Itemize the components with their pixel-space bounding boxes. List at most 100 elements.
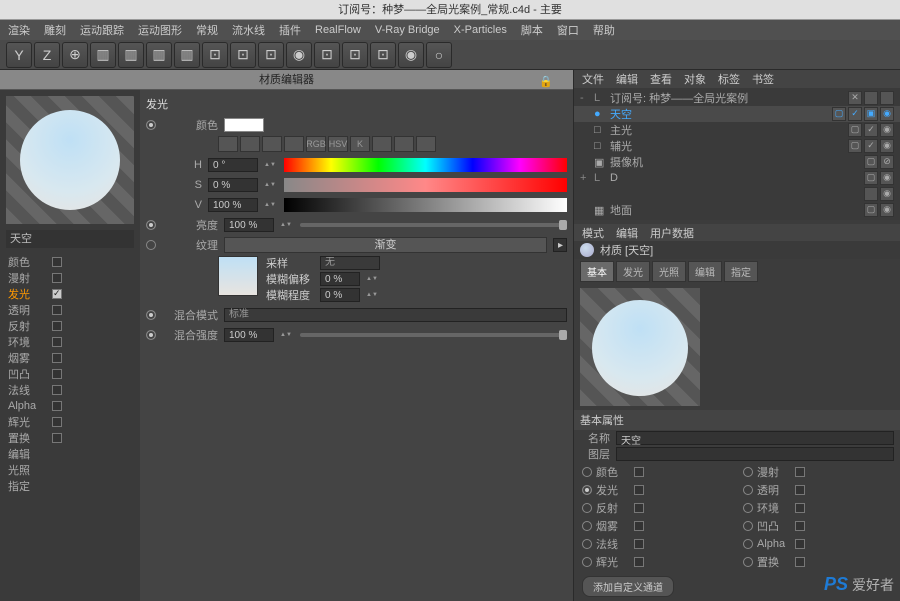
texture-radio[interactable]	[146, 240, 156, 250]
attr-menu-item[interactable]: 编辑	[616, 225, 638, 241]
color-mode-button[interactable]	[262, 136, 282, 152]
channel-toggle[interactable]: 烟雾	[582, 518, 731, 534]
brightness-slider[interactable]	[300, 223, 567, 227]
menu-item[interactable]: 雕刻	[44, 22, 66, 38]
color-swatch[interactable]	[224, 118, 264, 132]
toolbar-button[interactable]: ◉	[286, 42, 312, 68]
channel-checkbox[interactable]	[52, 353, 62, 363]
channel-row[interactable]: 凹凸	[0, 366, 140, 382]
toolbar-button[interactable]: ▥	[118, 42, 144, 68]
attr-menu-item[interactable]: 模式	[582, 225, 604, 241]
channel-toggle[interactable]: 置换	[743, 554, 892, 570]
object-tag[interactable]	[880, 91, 894, 105]
object-tag[interactable]: ⊘	[880, 155, 894, 169]
object-tag[interactable]: ◉	[880, 107, 894, 121]
name-input[interactable]: 天空	[616, 431, 894, 445]
channel-checkbox[interactable]	[52, 305, 62, 315]
color-mode-button[interactable]	[284, 136, 304, 152]
attribute-preview[interactable]	[580, 288, 700, 406]
om-menu-item[interactable]: 书签	[752, 71, 774, 87]
color-mode-button[interactable]	[372, 136, 392, 152]
object-tag[interactable]: ▣	[864, 107, 878, 121]
channel-checkbox[interactable]	[52, 289, 62, 299]
blendstr-radio[interactable]	[146, 330, 156, 340]
object-tag[interactable]: ▢	[848, 123, 862, 137]
object-row[interactable]: ●天空▢✓▣◉	[574, 106, 900, 122]
object-row[interactable]: ▦地面▢◉	[574, 202, 900, 218]
attr-menu-item[interactable]: 用户数据	[650, 225, 694, 241]
om-menu-item[interactable]: 对象	[684, 71, 706, 87]
lock-icon[interactable]: 🔒	[539, 72, 553, 92]
sat-input[interactable]: 0 %	[208, 178, 258, 192]
channel-toggle[interactable]: 颜色	[582, 464, 731, 480]
brightness-input[interactable]: 100 %	[224, 218, 274, 232]
val-bar[interactable]	[284, 198, 567, 212]
om-menu-item[interactable]: 标签	[718, 71, 740, 87]
object-tag[interactable]: ✓	[864, 123, 878, 137]
channel-checkbox[interactable]	[52, 385, 62, 395]
blendmode-radio[interactable]	[146, 310, 156, 320]
texture-menu[interactable]: ▸	[553, 238, 567, 252]
attr-tab[interactable]: 发光	[616, 261, 650, 282]
menu-item[interactable]: 运动跟踪	[80, 22, 124, 38]
object-row[interactable]: □主光▢✓◉	[574, 122, 900, 138]
channel-checkbox[interactable]	[52, 257, 62, 267]
channel-row[interactable]: 置换	[0, 430, 140, 446]
channel-toggle[interactable]: 辉光	[582, 554, 731, 570]
channel-toggle[interactable]: 法线	[582, 536, 731, 552]
object-tag[interactable]: ◉	[880, 203, 894, 217]
toolbar-button[interactable]: ⊡	[342, 42, 368, 68]
om-menu-item[interactable]: 查看	[650, 71, 672, 87]
channel-row[interactable]: 烟雾	[0, 350, 140, 366]
object-tag[interactable]: ◉	[880, 123, 894, 137]
hue-bar[interactable]	[284, 158, 567, 172]
menu-item[interactable]: 窗口	[557, 22, 579, 38]
toolbar-button[interactable]: ⊡	[370, 42, 396, 68]
channel-row[interactable]: 光照	[0, 462, 140, 478]
attr-tab[interactable]: 光照	[652, 261, 686, 282]
val-input[interactable]: 100 %	[208, 198, 258, 212]
attr-tab[interactable]: 编辑	[688, 261, 722, 282]
add-channel-button[interactable]: 添加自定义通道	[582, 576, 674, 597]
layer-input[interactable]	[616, 447, 894, 461]
channel-checkbox[interactable]	[52, 417, 62, 427]
object-row[interactable]: ◉	[574, 186, 900, 202]
texture-button[interactable]: 渐变	[224, 237, 547, 253]
blendmode-select[interactable]: 标准	[224, 308, 567, 322]
channel-toggle[interactable]: 凹凸	[743, 518, 892, 534]
attr-tab[interactable]: 基本	[580, 261, 614, 282]
channel-checkbox[interactable]	[52, 321, 62, 331]
channel-row[interactable]: 颜色	[0, 254, 140, 270]
color-mode-button[interactable]	[416, 136, 436, 152]
color-radio[interactable]	[146, 120, 156, 130]
channel-toggle[interactable]: 透明	[743, 482, 892, 498]
menu-item[interactable]: 脚本	[521, 22, 543, 38]
channel-row[interactable]: 辉光	[0, 414, 140, 430]
object-tag[interactable]: ✓	[864, 139, 878, 153]
toolbar-button[interactable]: ⊡	[258, 42, 284, 68]
toolbar-button[interactable]: ⊡	[230, 42, 256, 68]
object-tag[interactable]	[864, 187, 878, 201]
object-tag[interactable]: ▢	[864, 155, 878, 169]
channel-row[interactable]: 编辑	[0, 446, 140, 462]
channel-toggle[interactable]: 漫射	[743, 464, 892, 480]
color-mode-button[interactable]	[394, 136, 414, 152]
menu-item[interactable]: 渲染	[8, 22, 30, 38]
sample-select[interactable]: 无	[320, 256, 380, 270]
menu-item[interactable]: 插件	[279, 22, 301, 38]
color-mode-button[interactable]	[218, 136, 238, 152]
menu-item[interactable]: 运动图形	[138, 22, 182, 38]
toolbar-button[interactable]: ○	[426, 42, 452, 68]
menu-item[interactable]: RealFlow	[315, 24, 361, 36]
gradient-preview[interactable]	[218, 256, 258, 296]
object-tag[interactable]: ▢	[864, 203, 878, 217]
toolbar-button[interactable]: Y	[6, 42, 32, 68]
channel-row[interactable]: 反射	[0, 318, 140, 334]
material-preview[interactable]	[6, 96, 134, 224]
color-mode-button[interactable]	[240, 136, 260, 152]
channel-checkbox[interactable]	[52, 369, 62, 379]
menu-item[interactable]: V-Ray Bridge	[375, 24, 440, 36]
om-menu-item[interactable]: 编辑	[616, 71, 638, 87]
blendstr-slider[interactable]	[300, 333, 567, 337]
channel-row[interactable]: 指定	[0, 478, 140, 494]
